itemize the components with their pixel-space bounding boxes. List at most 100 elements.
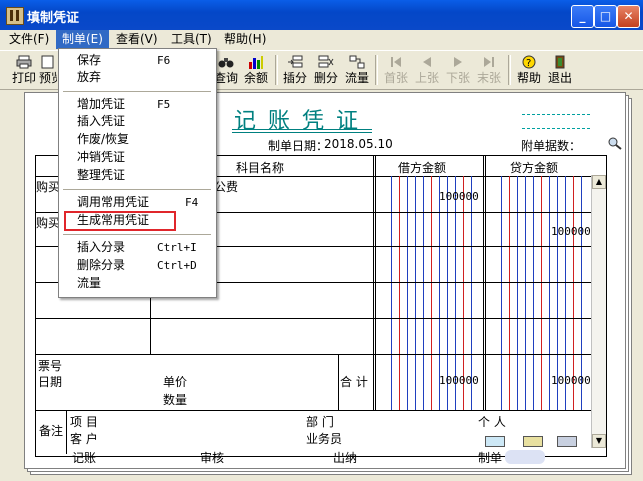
tools-icon[interactable] [557,436,577,447]
insert-voucher-label: 插入凭证 [77,114,126,128]
post-label: 记账 [72,451,97,465]
prev-button[interactable]: 上张 [413,53,441,85]
date-row-label: 日期 [38,375,63,389]
title-bar: 填制凭证 _ □ ✕ [0,0,643,30]
insert-entry-button[interactable]: 插分 [282,53,308,85]
menu-item-void[interactable]: 作废/恢复 [59,131,216,148]
preview-icon [41,55,54,69]
menu-tools[interactable]: 工具(T) [165,30,218,49]
col-subject-header: 科目名称 [236,161,285,175]
app-icon [6,7,24,25]
save-label: 保存 [77,53,102,67]
help-button[interactable]: ? 帮助 [515,53,543,85]
menu-item-arrange[interactable]: 整理凭证 [59,167,216,184]
search-icon[interactable] [607,136,622,150]
scroll-down-arrow[interactable]: ▼ [592,434,606,448]
last-page-icon [484,57,494,67]
remark-label: 备注 [39,424,64,438]
menu-item-discard[interactable]: 放弃 [59,69,216,86]
next-button[interactable]: 下张 [444,53,472,85]
menu-item-reverse[interactable]: 冲销凭证 [59,149,216,166]
arrange-label: 整理凭证 [77,168,126,182]
balance-label: 余额 [243,71,268,85]
insert-entry-shortcut: Ctrl+I [157,241,197,254]
row1-summary[interactable]: 购买 [36,178,60,195]
bar-chart-icon [249,56,263,69]
app-window: 填制凭证 _ □ ✕ 文件(F) 制单(E) 查看(V) 工具(T) 帮助(H)… [0,0,643,481]
menu-separator [63,234,211,235]
exit-label: 退出 [547,71,572,85]
total-debit: 100000 [439,374,479,387]
row1-debit[interactable]: 100000 [439,190,479,203]
col-debit-header: 借方金额 [398,161,447,175]
menu-item-save[interactable]: 保存 F6 [59,52,216,69]
balance-button[interactable]: 余额 [243,53,269,85]
computer-icon[interactable] [523,436,543,447]
menu-help[interactable]: 帮助(H) [218,30,272,49]
flow-icon [349,55,365,69]
minimize-button[interactable]: _ [571,5,594,28]
row2-summary[interactable]: 购买 [36,214,60,231]
menu-separator [63,189,211,190]
menu-voucher[interactable]: 制单(E) [56,30,109,49]
column-divider [373,156,374,410]
menu-item-call-common[interactable]: 调用常用凭证 F4 [59,194,216,211]
help-label: 帮助 [516,71,541,85]
preview-button[interactable]: 预览 [39,53,57,85]
menu-item-delete-entry[interactable]: 删除分录 Ctrl+D [59,257,216,274]
audit-label: 审核 [200,451,225,465]
menu-item-add-voucher[interactable]: 增加凭证 F5 [59,96,216,113]
window-title: 填制凭证 [27,11,80,26]
next-page-icon [454,57,462,67]
scroll-up-arrow[interactable]: ▲ [592,175,606,189]
dept-label: 部 门 [306,415,334,429]
menu-separator [63,91,211,92]
delete-entry-label: 删分 [313,71,338,85]
column-divider [485,156,486,410]
prev-page-icon [423,57,431,67]
highlight-box [64,211,176,231]
print-button[interactable]: 打印 [10,53,38,85]
col-credit-header: 贷方金额 [510,161,559,175]
menu-item-flow[interactable]: 流量 [59,275,216,292]
menu-file[interactable]: 文件(F) [3,30,55,49]
add-label: 增加凭证 [77,97,126,111]
delete-entry-shortcut: Ctrl+D [157,259,197,272]
row2-credit[interactable]: 100000 [551,225,591,238]
decorative-dashes [522,114,590,115]
help-icon: ? [522,55,536,69]
printer-icon [16,55,32,69]
row1-subject[interactable]: 公费 [214,178,238,195]
menu-bar: 文件(F) 制单(E) 查看(V) 工具(T) 帮助(H) [0,30,643,49]
decorative-dashes [522,128,590,129]
toolbar-separator [375,55,378,85]
delete-entry-button[interactable]: 删分 [313,53,339,85]
void-label: 作废/恢复 [77,132,130,146]
column-divider [66,410,67,454]
menu-item-insert-entry[interactable]: 插入分录 Ctrl+I [59,239,216,256]
voucher-dropdown-menu: 保存 F6 放弃 增加凭证 F5 插入凭证 作废/恢复 冲销凭证 整理凭证 调用常用… [58,48,217,298]
total-label: 合 计 [340,375,368,389]
call-common-shortcut: F4 [185,196,199,209]
flow-menu-label: 流量 [77,276,102,290]
vertical-scrollbar[interactable]: ▲ ▼ [591,175,606,448]
menu-item-insert-voucher[interactable]: 插入凭证 [59,113,216,130]
call-common-label: 调用常用凭证 [77,195,150,209]
maker-name-blur [505,450,545,464]
column-divider [338,354,339,410]
maximize-button[interactable]: □ [594,5,617,28]
card-icon[interactable] [485,436,505,447]
close-button[interactable]: ✕ [617,5,640,28]
first-button[interactable]: 首张 [382,53,410,85]
flow-button[interactable]: 流量 [344,53,370,85]
menu-view[interactable]: 查看(V) [110,30,164,49]
toolbar-separator [508,55,511,85]
voucher-title: 记账凭证 [234,109,371,134]
preview-label: 预览 [39,71,57,85]
voucher-date[interactable]: 2018.05.10 [324,137,393,151]
row-divider [36,410,591,411]
exit-button[interactable]: 退出 [546,53,574,85]
last-button[interactable]: 末张 [475,53,503,85]
add-shortcut: F5 [157,98,171,111]
flow-label: 流量 [344,71,369,85]
